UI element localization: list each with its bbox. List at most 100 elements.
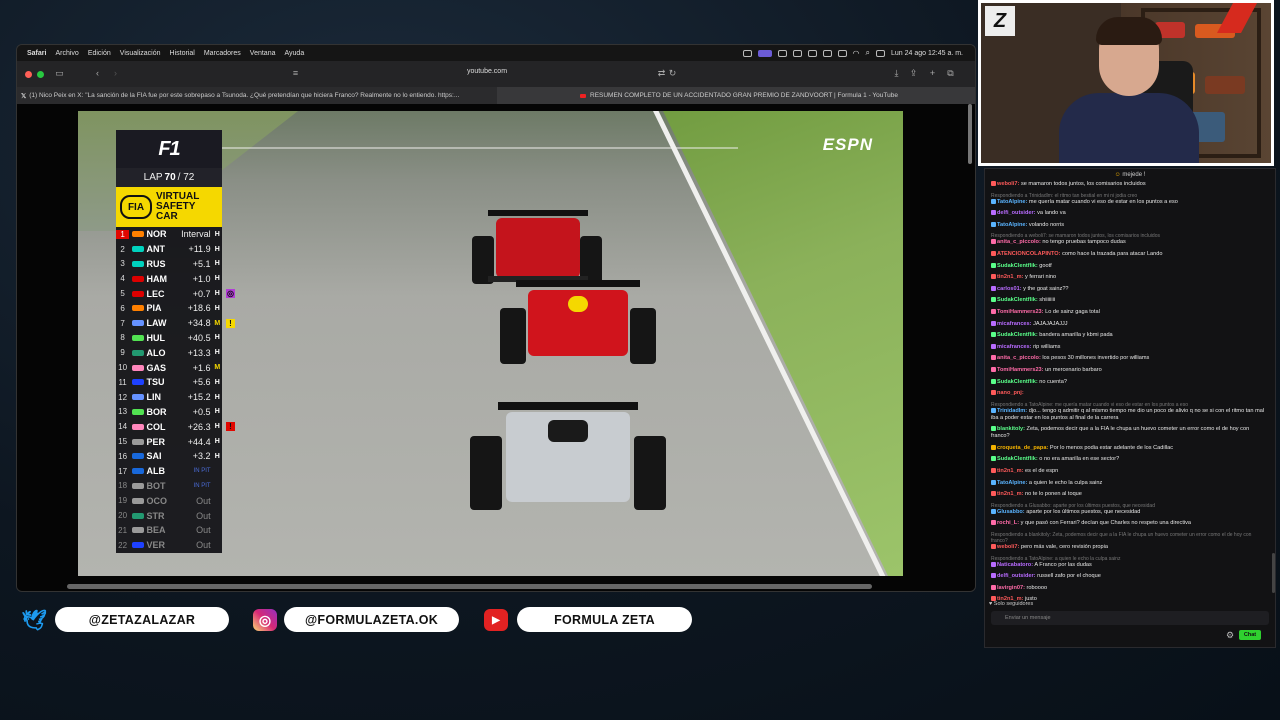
- chat-text: rip williams: [1033, 343, 1061, 350]
- chat-username[interactable]: TatoAlpine:: [997, 480, 1027, 486]
- chat-username[interactable]: ATENCIONCOLAPINTO:: [997, 251, 1061, 257]
- chat-username[interactable]: TomiHammers23:: [997, 367, 1044, 373]
- chat-username[interactable]: anita_c_piccolo:: [997, 355, 1041, 361]
- position: 3: [120, 259, 125, 269]
- menu-archivo[interactable]: Archivo: [55, 50, 78, 57]
- chat-username[interactable]: nano_pnj:: [997, 390, 1024, 396]
- battery-icon[interactable]: [837, 49, 847, 57]
- play-icon[interactable]: [792, 49, 802, 57]
- chat-message: Respondiendo a weboli7: se mamaron todos…: [991, 233, 1269, 246]
- chat-username[interactable]: SudakClentflik:: [997, 297, 1038, 303]
- menu-historial[interactable]: Historial: [170, 50, 195, 57]
- chat-username[interactable]: carlos01:: [997, 286, 1022, 292]
- chat-username[interactable]: micafrances:: [997, 321, 1032, 327]
- emoji-icon: ☺: [1114, 172, 1121, 178]
- video-player[interactable]: ESPN F1 LAP 70 / 72 FIA VIRTUAL SAFETY C…: [17, 104, 975, 591]
- screen-mirroring-icon[interactable]: [757, 49, 772, 57]
- chat-username[interactable]: micafrances:: [997, 344, 1032, 350]
- record-icon[interactable]: [807, 49, 817, 57]
- timing-row: 14 COL +26.3 H!: [116, 419, 235, 434]
- chat-text: Por lo menos podia estar adelante de los…: [1049, 444, 1173, 451]
- back-icon[interactable]: ‹: [93, 69, 102, 78]
- wifi-icon[interactable]: ◠: [853, 49, 860, 58]
- chat-username[interactable]: Glusabbo:: [997, 509, 1025, 515]
- chat-username[interactable]: blankitoly:: [997, 426, 1025, 432]
- page-menu-icon[interactable]: ≡: [291, 69, 300, 78]
- sidebar-icon[interactable]: ▭: [55, 69, 64, 78]
- chat-username[interactable]: TatoAlpine:: [997, 222, 1027, 228]
- chat-settings-icon[interactable]: ⚙: [1225, 630, 1235, 640]
- chat-message: tin2n1_m: no te lo ponen al toque: [991, 491, 1269, 498]
- position: 15: [118, 437, 128, 447]
- search-icon[interactable]: ⌕: [866, 48, 870, 58]
- menu-ayuda[interactable]: Ayuda: [284, 50, 304, 57]
- download-icon[interactable]: ⤓: [892, 69, 901, 78]
- address-bar[interactable]: youtube.com: [437, 68, 537, 75]
- translate-icon[interactable]: ⇄: [657, 69, 666, 78]
- chat-username[interactable]: Trinidadlm:: [997, 408, 1027, 414]
- new-tab-icon[interactable]: +: [928, 69, 937, 78]
- driver-code: HUL: [146, 332, 166, 343]
- tab-x-post[interactable]: 𝕏 (1) Nico Peix en X: "La sanción de la …: [17, 87, 497, 104]
- team-logo-icon: [132, 423, 144, 430]
- chat-text: no cuenta?: [1039, 378, 1067, 385]
- team-logo-icon: [132, 246, 144, 253]
- menu-safari[interactable]: Safari: [27, 50, 46, 57]
- share-icon[interactable]: ⇪: [909, 69, 918, 78]
- menubar-datetime[interactable]: Lun 24 ago 12:45 a. m.: [891, 50, 963, 57]
- chat-username[interactable]: croqueta_de_papa:: [997, 445, 1048, 451]
- status-menu-icon[interactable]: [777, 49, 787, 57]
- chat-username[interactable]: anita_c_piccolo:: [997, 239, 1041, 245]
- tab-youtube[interactable]: RESUMEN COMPLETO DE UN ACCIDENTADO GRAN …: [497, 87, 975, 104]
- chat-text: russell zafo por el choque: [1037, 573, 1101, 580]
- la-input-icon[interactable]: [822, 49, 832, 57]
- chat-username[interactable]: Naticabatoro:: [997, 562, 1033, 568]
- twitter-handle[interactable]: @ZETAZALAZAR: [55, 607, 229, 632]
- status-app-icon[interactable]: [742, 49, 752, 57]
- menu-edicion[interactable]: Edición: [88, 50, 111, 57]
- chat-input[interactable]: Enviar un mensaje: [991, 611, 1269, 625]
- vertical-scrollbar[interactable]: [968, 104, 972, 164]
- vsc-text: VIRTUAL SAFETY CAR: [156, 191, 200, 222]
- chat-username[interactable]: lavirgin07:: [997, 585, 1025, 591]
- chat-username[interactable]: weboli7:: [997, 544, 1019, 550]
- chat-username[interactable]: SudakClentflik:: [997, 332, 1038, 338]
- close-window-button[interactable]: [25, 70, 32, 78]
- position: 22: [118, 540, 128, 550]
- reload-icon[interactable]: ↻: [668, 69, 677, 78]
- control-center-icon[interactable]: [876, 49, 885, 57]
- chat-message-list[interactable]: weboli7: se mamaron todos juntos, los co…: [985, 181, 1275, 605]
- driver-code: PIA: [146, 303, 162, 314]
- zoom-window-button[interactable]: [37, 70, 44, 78]
- chat-username[interactable]: SudakClentflik:: [997, 379, 1038, 385]
- menu-ventana[interactable]: Ventana: [250, 50, 276, 57]
- chat-username[interactable]: tin2n1_m:: [997, 468, 1023, 474]
- user-badge-icon: [991, 308, 996, 314]
- horizontal-scrollbar[interactable]: [67, 584, 872, 589]
- gap: +0.5: [192, 406, 211, 417]
- chat-send-button[interactable]: Chat: [1239, 630, 1261, 640]
- tab-overview-icon[interactable]: ⧉: [946, 69, 955, 78]
- chat-username[interactable]: SudakClentflik:: [997, 263, 1038, 269]
- chat-username[interactable]: SudakClentflik:: [997, 456, 1038, 462]
- instagram-handle[interactable]: @FORMULAZETA.OK: [284, 607, 459, 632]
- youtube-channel[interactable]: FORMULA ZETA: [517, 607, 692, 632]
- timing-row: 20 STR Out: [116, 508, 222, 523]
- chat-username[interactable]: tin2n1_m:: [997, 274, 1023, 280]
- chat-message: Respondiendo a blankitoly: Zeta, podemos…: [991, 532, 1269, 551]
- user-badge-icon: [991, 520, 996, 526]
- menu-marcadores[interactable]: Marcadores: [204, 50, 241, 57]
- chat-username[interactable]: tin2n1_m:: [997, 491, 1023, 497]
- forward-icon[interactable]: ›: [111, 69, 120, 78]
- chat-text: JAJAJAJAJJJ: [1033, 320, 1068, 327]
- chat-username[interactable]: rochi_L:: [997, 520, 1019, 526]
- chat-scrollbar[interactable]: [1272, 553, 1275, 593]
- position: 9: [120, 348, 125, 358]
- chat-username[interactable]: TomiHammers23:: [997, 309, 1044, 315]
- chat-username[interactable]: weboli7:: [997, 181, 1019, 187]
- menu-visualizacion[interactable]: Visualización: [120, 50, 161, 57]
- chat-username[interactable]: TatoAlpine:: [997, 199, 1027, 205]
- chat-username[interactable]: delfi_outsider:: [997, 573, 1036, 579]
- video-frame[interactable]: ESPN F1 LAP 70 / 72 FIA VIRTUAL SAFETY C…: [78, 111, 903, 576]
- chat-username[interactable]: delfi_outsider:: [997, 210, 1036, 216]
